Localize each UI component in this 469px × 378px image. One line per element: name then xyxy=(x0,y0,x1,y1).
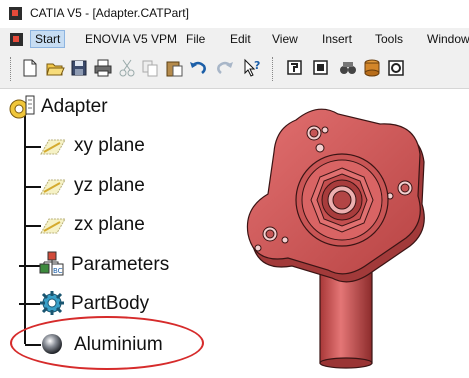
3d-viewport[interactable] xyxy=(230,88,469,374)
save-icon[interactable] xyxy=(69,58,89,78)
adapter-part-model[interactable] xyxy=(230,88,469,374)
menu-enovia[interactable]: ENOVIA V5 VPM xyxy=(85,32,177,46)
menu-window[interactable]: Window xyxy=(427,32,469,46)
tree-parameters-label[interactable]: Parameters xyxy=(71,254,169,276)
tree-branch-line xyxy=(25,225,41,227)
svg-text:BC: BC xyxy=(53,267,63,275)
menu-view[interactable]: View xyxy=(272,32,298,46)
plane-icon[interactable] xyxy=(40,178,66,196)
redo-icon[interactable] xyxy=(215,58,235,78)
undo-icon[interactable] xyxy=(188,58,208,78)
tree-partbody-label[interactable]: PartBody xyxy=(71,293,149,315)
material-highlight-ellipse xyxy=(10,316,204,370)
toolbar-grip[interactable] xyxy=(10,57,13,81)
window-title: CATIA V5 - [Adapter.CATPart] xyxy=(30,6,189,20)
plane-icon[interactable] xyxy=(40,138,66,156)
menu-bar: Start ENOVIA V5 VPM File Edit View Inser… xyxy=(0,28,469,50)
menu-tools[interactable]: Tools xyxy=(375,32,403,46)
standard-toolbar: ? xyxy=(0,50,469,89)
menu-edit[interactable]: Edit xyxy=(230,32,251,46)
sketcher-icon[interactable] xyxy=(285,58,305,78)
tree-branch-line xyxy=(25,146,41,148)
menu-insert[interactable]: Insert xyxy=(322,32,352,46)
tree-branch-line xyxy=(25,186,41,188)
tree-xy-plane-label[interactable]: xy plane xyxy=(74,135,145,157)
toolbar-grip[interactable] xyxy=(272,57,275,81)
catalog-icon[interactable] xyxy=(362,58,382,78)
render-icon[interactable] xyxy=(386,58,406,78)
plane-icon[interactable] xyxy=(40,217,66,235)
svg-text:?: ? xyxy=(254,59,260,72)
copy-icon[interactable] xyxy=(140,58,160,78)
print-icon[interactable] xyxy=(93,58,113,78)
catia-menu-icon[interactable] xyxy=(10,33,23,46)
analysis-icon[interactable] xyxy=(338,58,358,78)
tree-yz-plane-label[interactable]: yz plane xyxy=(74,175,145,197)
part-root-icon[interactable] xyxy=(8,94,38,120)
partbody-gear-icon[interactable] xyxy=(39,290,65,316)
menu-file[interactable]: File xyxy=(186,32,205,46)
cut-icon[interactable] xyxy=(117,58,137,78)
menu-start[interactable]: Start xyxy=(29,30,66,48)
tree-zx-plane-label[interactable]: zx plane xyxy=(74,214,145,236)
open-icon[interactable] xyxy=(45,58,65,78)
title-bar: CATIA V5 - [Adapter.CATPart] xyxy=(0,0,469,28)
paste-icon[interactable] xyxy=(164,58,184,78)
catia-app-icon xyxy=(9,7,22,20)
parameters-icon[interactable]: BC xyxy=(39,251,65,277)
new-icon[interactable] xyxy=(20,58,40,78)
tree-root-label[interactable]: Adapter xyxy=(41,96,108,118)
view-icon[interactable] xyxy=(311,58,331,78)
whats-this-icon[interactable]: ? xyxy=(242,58,262,78)
